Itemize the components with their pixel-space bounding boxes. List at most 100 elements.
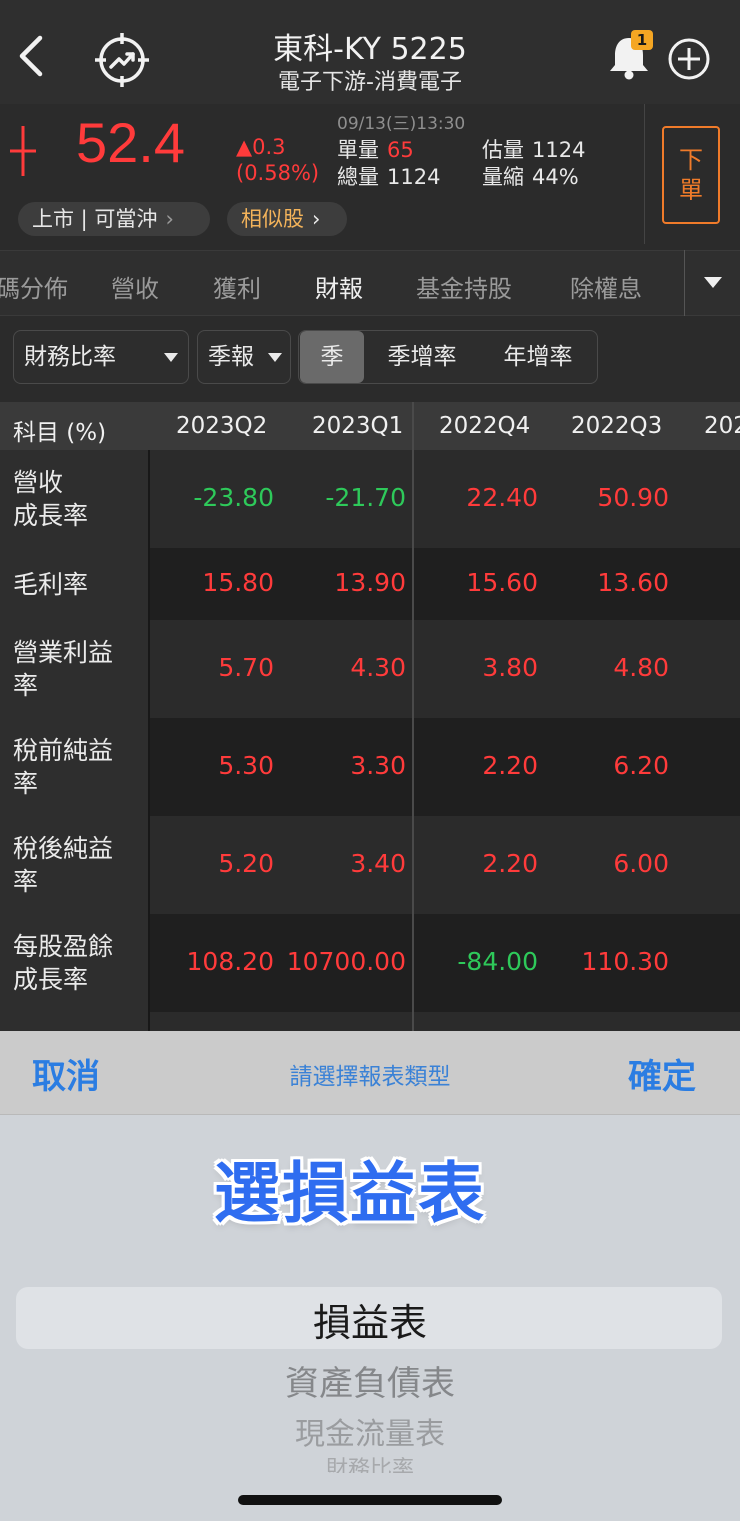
picker-option-balance-sheet[interactable]: 資產負債表 [0, 1356, 740, 1405]
tab-revenue[interactable]: 營收 [111, 269, 159, 304]
chevron-right-icon: › [312, 207, 321, 231]
row-label [0, 1012, 150, 1032]
market-info-label: 上市 | 可當沖 [32, 207, 158, 231]
total-volume-value: 1124 [387, 165, 441, 189]
volume-shrink-label: 量縮 [482, 165, 524, 189]
financial-ratio-table: 科目 (%) 2023Q2 2023Q1 2022Q4 2022Q3 202 營… [0, 402, 740, 1032]
table-cell: 15.60 [466, 568, 538, 597]
price-change-percent: (0.58%) [236, 161, 320, 185]
picker-option-financial-ratio[interactable]: 財務比率 [0, 1451, 740, 1473]
quote-timestamp: 09/13(三)13:30 [337, 114, 466, 134]
order-button-char-2: 單 [679, 176, 703, 204]
picker-title: 請選擇報表類型 [289, 1064, 451, 1090]
table-cell: 3.30 [350, 751, 406, 780]
table-cell: 110.30 [581, 947, 669, 976]
single-volume-value: 65 [387, 138, 414, 162]
tab-fund-holdings[interactable]: 基金持股 [416, 269, 512, 304]
total-volume-label: 總量 [337, 165, 379, 189]
estimated-volume-value: 1124 [532, 138, 586, 162]
period-value: 季報 [208, 344, 254, 370]
caret-down-icon [164, 353, 178, 362]
header-col[interactable]: 2023Q2 [176, 413, 267, 439]
total-volume: 總量 1124 [337, 161, 440, 191]
row-label: 每股盈餘 成長率 [0, 914, 150, 1012]
table-row: 營業利益 率 5.70 4.30 3.80 4.80 [0, 620, 740, 718]
row-label: 營業利益 率 [0, 620, 150, 718]
back-button[interactable] [10, 30, 54, 82]
confirm-button[interactable]: 確定 [628, 1049, 696, 1098]
row-label-text: 營業利益 率 [13, 638, 114, 700]
row-label: 營收 成長率 [0, 450, 150, 548]
chevron-left-icon [19, 35, 43, 77]
section-tabs: 碼分佈 營收 獲利 財報 基金持股 除權息 [0, 250, 740, 316]
table-row: 稅前純益 率 5.30 3.30 2.20 6.20 [0, 718, 740, 816]
more-tabs-button[interactable] [684, 250, 740, 316]
table-row [0, 1012, 740, 1032]
picker-toolbar: 取消 請選擇報表類型 確定 [0, 1031, 740, 1115]
trend-target-button[interactable] [92, 30, 152, 90]
header-col[interactable]: 2023Q1 [312, 413, 403, 439]
period-select[interactable]: 季報 [197, 330, 291, 384]
market-info-pill[interactable]: 上市 | 可當沖 › [18, 202, 210, 236]
table-row: 每股盈餘 成長率108.2010700.00-84.00110.307 [0, 914, 740, 1012]
caret-down-icon [703, 277, 722, 288]
header-subject: 科目 (%) [13, 420, 107, 446]
row-label-text: 營收 成長率 [13, 468, 89, 530]
row-label-text: 稅後純益 率 [13, 834, 114, 896]
table-cell: 5.70 [218, 653, 274, 682]
top-bar: 東科-KY 5225 電子下游-消費電子 1 [0, 0, 740, 104]
row-label-text: 毛利率 [13, 569, 89, 599]
home-indicator [238, 1495, 502, 1505]
single-volume-label: 單量 [337, 138, 379, 162]
table-cell: 4.80 [613, 653, 669, 682]
segment-qoq[interactable]: 季增率 [369, 331, 475, 383]
table-cell: 108.20 [186, 947, 274, 976]
quote-divider [644, 104, 645, 244]
row-label: 稅後純益 率 [0, 816, 150, 914]
stock-title: 東科-KY 5225 [273, 32, 467, 67]
chevron-right-icon: › [165, 207, 174, 231]
header-col[interactable]: 202 [704, 413, 740, 439]
header-col[interactable]: 2022Q3 [571, 413, 662, 439]
notification-badge: 1 [631, 30, 653, 50]
table-cell: 13.60 [597, 568, 669, 597]
report-type-select[interactable]: 財務比率 [13, 330, 189, 384]
row-label: 稅前純益 率 [0, 718, 150, 816]
plus-circle-icon [668, 38, 710, 80]
tab-financials[interactable]: 財報 [315, 269, 363, 304]
picker-option-cash-flow[interactable]: 現金流量表 [0, 1409, 740, 1453]
table-header: 科目 (%) 2023Q2 2023Q1 2022Q4 2022Q3 202 [0, 402, 740, 450]
row-label-text: 稅前純益 率 [13, 736, 114, 798]
table-cell: 50.90 [597, 483, 669, 512]
single-volume: 單量 65 [337, 134, 414, 164]
tab-profit[interactable]: 獲利 [213, 269, 261, 304]
row-label: 毛利率 [0, 548, 150, 620]
table-cell: 3.80 [482, 653, 538, 682]
cancel-button[interactable]: 取消 [32, 1049, 100, 1098]
table-cell: 5.30 [218, 751, 274, 780]
tab-dividends[interactable]: 除權息 [570, 269, 642, 304]
row-label-text: 每股盈餘 成長率 [13, 932, 114, 994]
estimated-volume: 估量 1124 [482, 134, 585, 164]
tab-chip-distribution[interactable]: 碼分佈 [0, 269, 68, 304]
segment-quarter[interactable]: 季 [300, 331, 364, 383]
picker-option-income-statement[interactable]: 損益表 [0, 1292, 740, 1347]
table-row: 毛利率 15.80 13.90 15.60 13.60 [0, 548, 740, 620]
add-watchlist-button[interactable] [666, 36, 712, 82]
header-col[interactable]: 2022Q4 [439, 413, 530, 439]
caret-down-icon [268, 353, 282, 362]
order-button-char-1: 下 [679, 146, 703, 174]
frozen-column-divider [412, 402, 414, 1032]
stock-industry: 電子下游-消費電子 [278, 70, 462, 95]
report-type-value: 財務比率 [24, 344, 116, 370]
target-trend-icon [95, 33, 149, 87]
segment-yoy[interactable]: 年增率 [483, 331, 593, 383]
table-cell: 22.40 [466, 483, 538, 512]
table-row: 稅後純益 率 5.20 3.40 2.20 6.00 [0, 816, 740, 914]
table-cell: 5.20 [218, 849, 274, 878]
place-order-button[interactable]: 下 單 [662, 126, 720, 224]
instruction-annotation: 選損益表 [214, 1155, 486, 1232]
similar-stocks-pill[interactable]: 相似股 › [227, 202, 347, 236]
volume-shrink: 量縮 44% [482, 161, 579, 191]
table-cell: 3.40 [350, 849, 406, 878]
